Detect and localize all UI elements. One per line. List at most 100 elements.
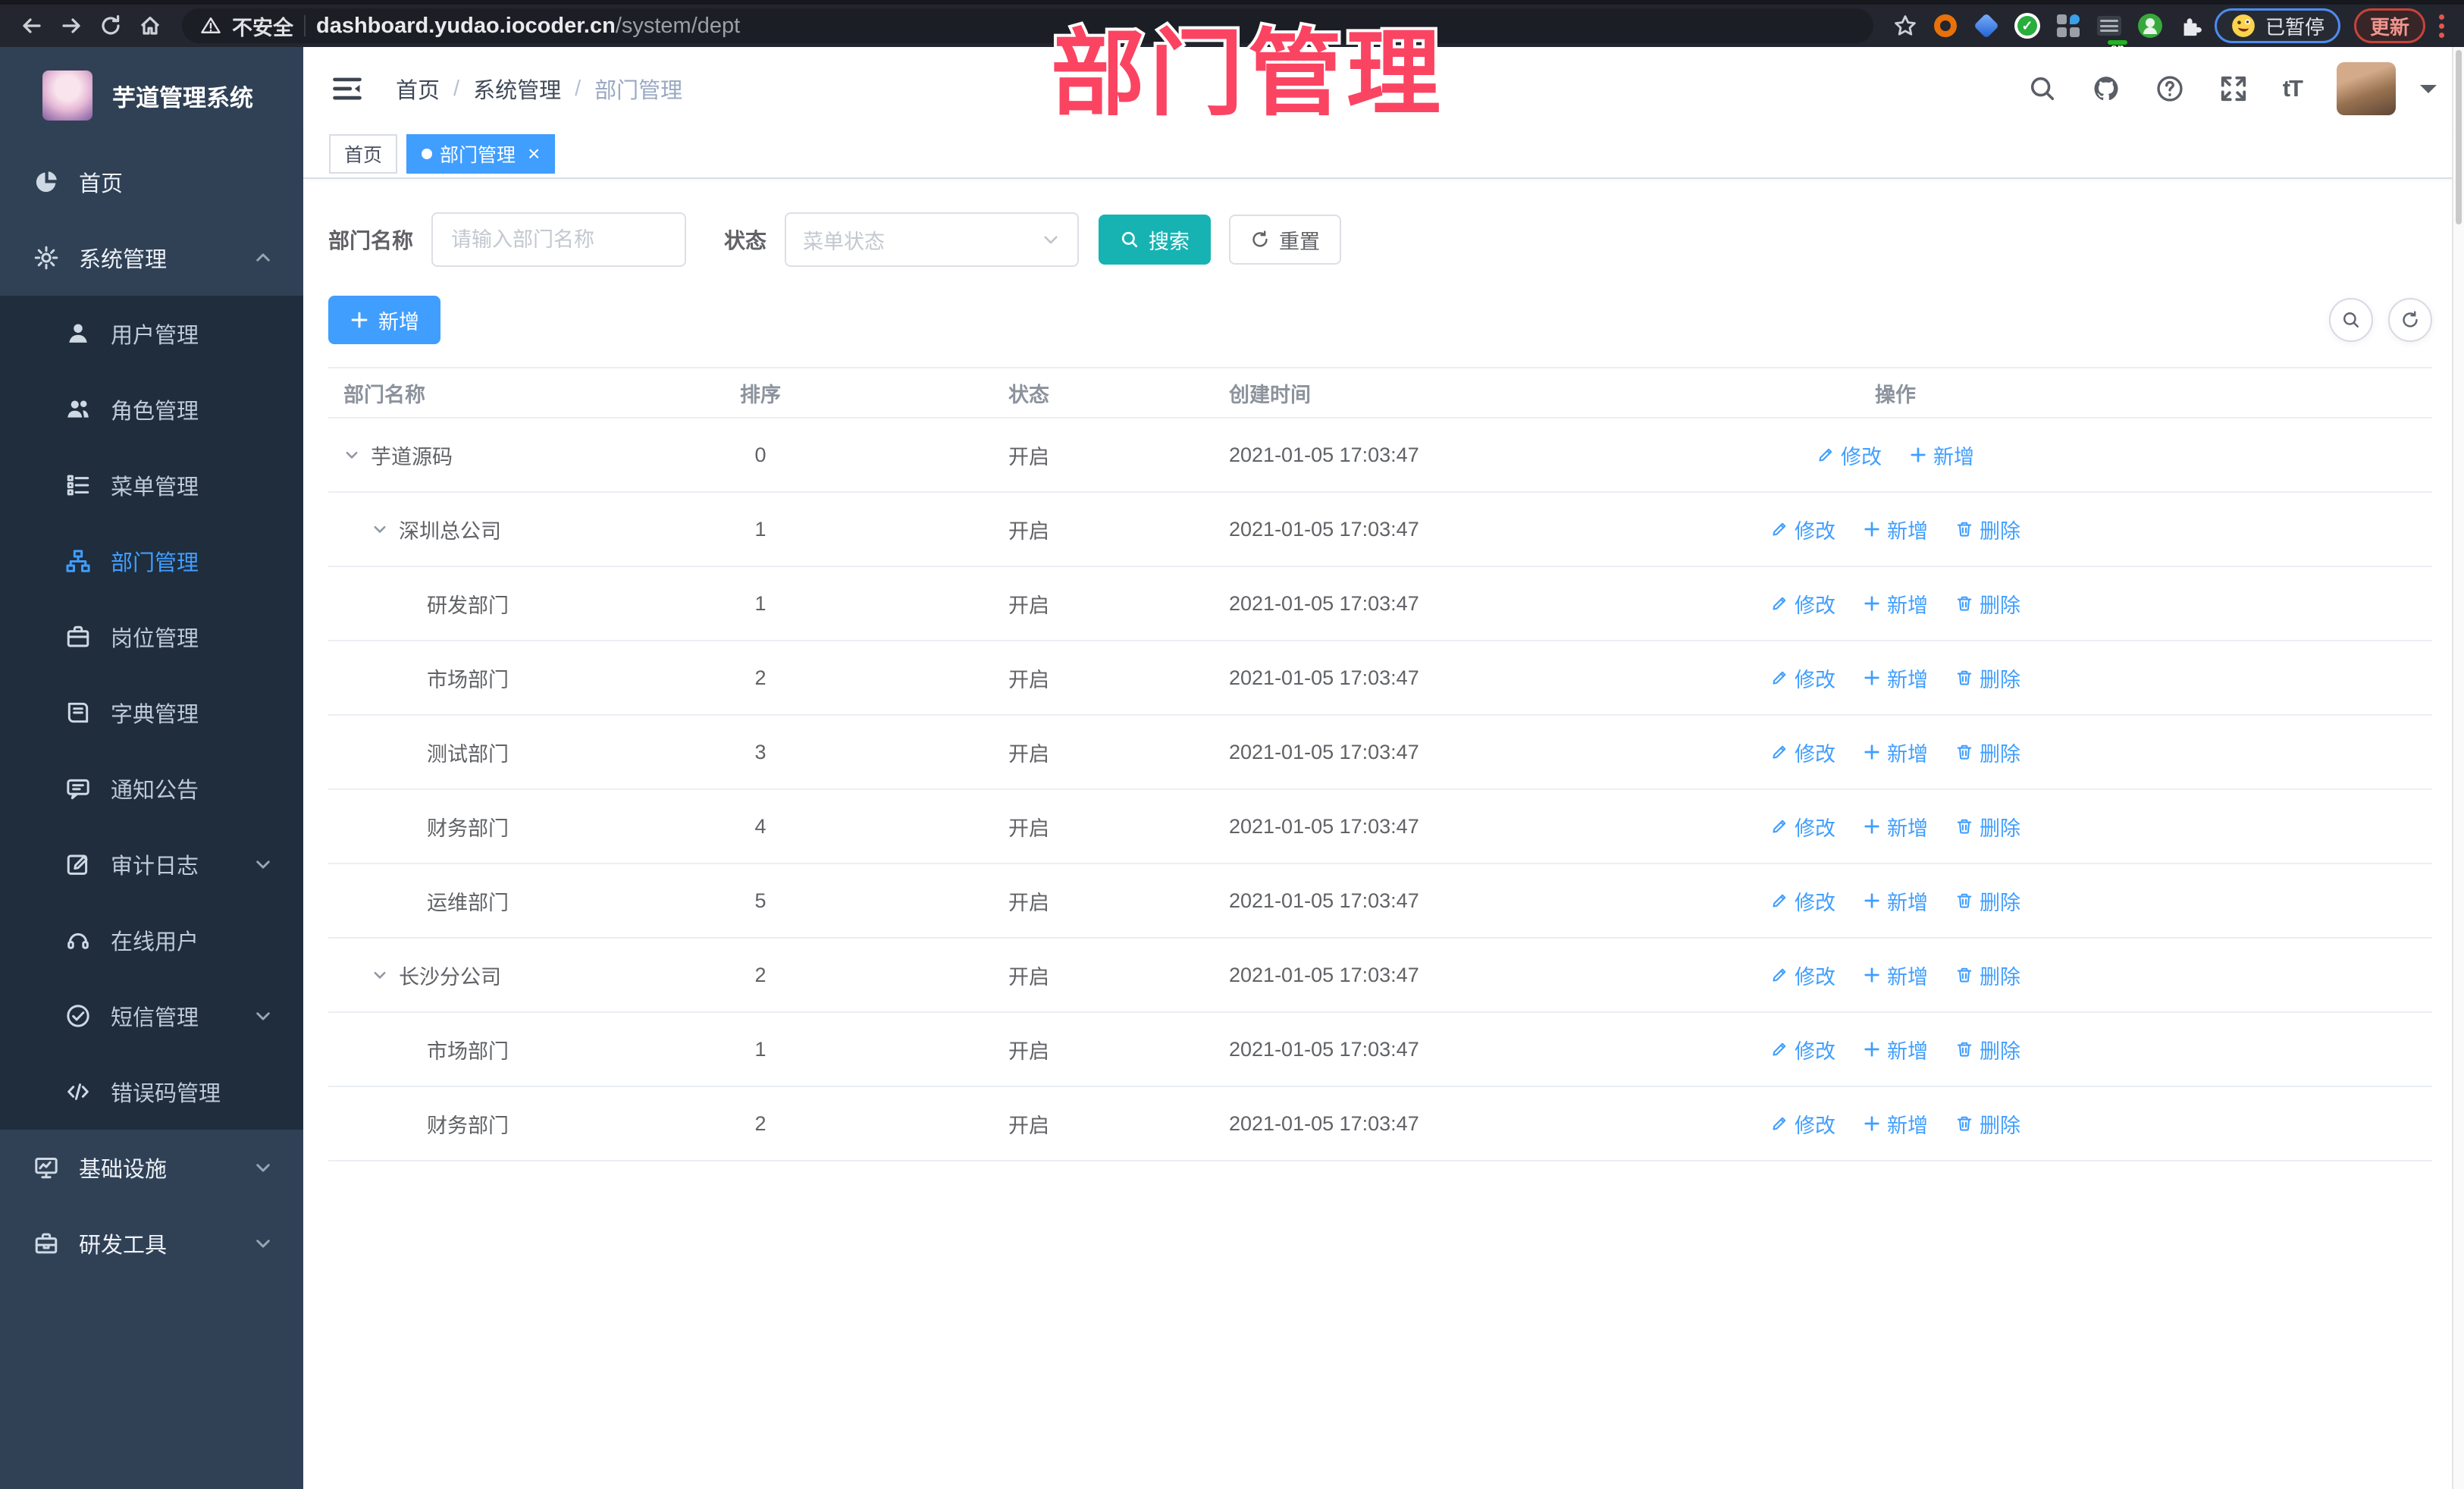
sidebar-item-label: 错误码管理 [111, 1082, 221, 1106]
sidebar-item-notice[interactable]: 通知公告 [0, 751, 303, 826]
sidebar-item-infra[interactable]: 基础设施 [0, 1130, 303, 1205]
sidebar-item-system[interactable]: 系统管理 [0, 220, 303, 296]
refresh-icon [2403, 311, 2418, 328]
tag-部门管理[interactable]: 部门管理 × [406, 134, 556, 174]
expand-arrow-icon[interactable] [371, 520, 399, 538]
sidebar-item-tools[interactable]: 研发工具 [0, 1205, 303, 1281]
sidebar-item-label: 字典管理 [111, 703, 199, 727]
row-action-修改[interactable]: 修改 [1770, 663, 1835, 693]
extension-switch-on-icon[interactable]: on [2092, 8, 2127, 54]
row-action-修改[interactable]: 修改 [1770, 1035, 1835, 1064]
row-action-删除[interactable]: 删除 [1955, 589, 2020, 619]
reload-icon[interactable] [94, 9, 127, 42]
breadcrumb: 首页 / 系统管理 / 部门管理 [396, 73, 682, 105]
row-action-修改[interactable]: 修改 [1817, 440, 1882, 470]
bookmark-star-icon[interactable] [1889, 9, 1922, 42]
close-icon[interactable]: × [528, 143, 540, 165]
search-icon[interactable] [2028, 74, 2057, 103]
dept-name-input[interactable] [431, 212, 687, 267]
row-action-修改[interactable]: 修改 [1770, 812, 1835, 842]
row-action-删除[interactable]: 删除 [1955, 663, 2020, 693]
browser-update-button[interactable]: 更新 [2353, 8, 2425, 43]
sidebar-item-errcode[interactable]: 错误码管理 [0, 1054, 303, 1130]
org-tree-icon [65, 548, 91, 574]
row-action-新增[interactable]: 新增 [1863, 886, 1928, 916]
row-action-修改[interactable]: 修改 [1770, 1109, 1835, 1139]
sidebar-item-role[interactable]: 角色管理 [0, 371, 303, 447]
extension-blue-gem-icon[interactable] [1969, 8, 2004, 43]
row-action-修改[interactable]: 修改 [1770, 961, 1835, 990]
dept-created-time: 2021-01-05 17:03:47 [1229, 1037, 1419, 1061]
user-avatar[interactable] [2337, 62, 2396, 115]
extension-puzzle-icon[interactable] [2174, 8, 2209, 43]
extension-green-avatar-icon[interactable] [2133, 8, 2168, 43]
tag-首页[interactable]: 首页 [329, 134, 398, 174]
page-scrollbar[interactable] [2452, 47, 2464, 1489]
fullscreen-icon[interactable] [2219, 74, 2248, 103]
avatar-caret-down-icon[interactable] [2420, 84, 2437, 102]
row-action-新增[interactable]: 新增 [1909, 440, 1974, 470]
collapse-sidebar-icon[interactable] [331, 72, 364, 105]
sidebar-item-dept[interactable]: 部门管理 [0, 523, 303, 599]
row-action-新增[interactable]: 新增 [1863, 1035, 1928, 1064]
font-size-icon[interactable]: tT [2283, 75, 2303, 102]
reset-button[interactable]: 重置 [1229, 215, 1342, 265]
github-icon[interactable] [2092, 74, 2121, 103]
browser-menu-icon[interactable] [2439, 14, 2444, 38]
row-action-删除[interactable]: 删除 [1955, 961, 2020, 990]
sidebar-item-menu[interactable]: 菜单管理 [0, 447, 303, 523]
breadcrumb-item[interactable]: 首页 [396, 73, 440, 105]
row-action-删除[interactable]: 删除 [1955, 1109, 2020, 1139]
extension-orange-ring-icon[interactable] [1928, 8, 1963, 43]
row-action-删除[interactable]: 删除 [1955, 1035, 2020, 1064]
sidebar-item-home[interactable]: 首页 [0, 144, 303, 220]
scrollbar-thumb[interactable] [2456, 50, 2462, 224]
status-select[interactable]: 菜单状态 [785, 212, 1080, 267]
row-action-修改[interactable]: 修改 [1770, 738, 1835, 767]
breadcrumb-item[interactable]: 系统管理 [473, 73, 561, 105]
dept-created-time: 2021-01-05 17:03:47 [1229, 740, 1419, 763]
sidebar-item-audit[interactable]: 审计日志 [0, 826, 303, 902]
row-action-删除[interactable]: 删除 [1955, 886, 2020, 916]
sidebar-item-online[interactable]: 在线用户 [0, 902, 303, 978]
home-icon[interactable] [133, 9, 167, 42]
refresh-table-button[interactable] [2388, 298, 2432, 342]
row-action-新增[interactable]: 新增 [1863, 663, 1928, 693]
extension-grid-icon[interactable] [2051, 8, 2086, 43]
row-action-新增[interactable]: 新增 [1863, 589, 1928, 619]
row-action-新增[interactable]: 新增 [1863, 812, 1928, 842]
row-action-删除[interactable]: 删除 [1955, 738, 2020, 767]
row-action-新增[interactable]: 新增 [1863, 1109, 1928, 1139]
search-button[interactable]: 搜索 [1099, 215, 1212, 265]
table-row: 财务部门 2 开启 2021-01-05 17:03:47 修改 新增 删除 [328, 1087, 2432, 1161]
row-action-新增[interactable]: 新增 [1863, 738, 1928, 767]
browser-profile-pill[interactable]: 已暂停 [2214, 8, 2340, 43]
row-action-删除[interactable]: 删除 [1955, 515, 2020, 544]
profile-emoji-icon [2232, 14, 2255, 37]
add-button[interactable]: 新增 [328, 296, 440, 344]
expand-arrow-icon[interactable] [343, 446, 371, 464]
row-action-修改[interactable]: 修改 [1770, 515, 1835, 544]
chevron-down-icon [253, 854, 273, 874]
row-action-修改[interactable]: 修改 [1770, 886, 1835, 916]
row-action-删除[interactable]: 删除 [1955, 812, 2020, 842]
sidebar-item-user[interactable]: 用户管理 [0, 296, 303, 371]
back-icon[interactable] [15, 9, 49, 42]
table-row: 运维部门 5 开启 2021-01-05 17:03:47 修改 新增 删除 [328, 864, 2432, 939]
gear-icon [33, 245, 59, 271]
row-action-新增[interactable]: 新增 [1863, 515, 1928, 544]
sidebar-item-post[interactable]: 岗位管理 [0, 599, 303, 675]
help-icon[interactable] [2155, 74, 2184, 103]
sidebar-item-sms[interactable]: 短信管理 [0, 978, 303, 1054]
forward-icon[interactable] [55, 9, 88, 42]
row-action-修改[interactable]: 修改 [1770, 589, 1835, 619]
sidebar-logo[interactable]: 芋道管理系统 [0, 47, 303, 144]
toggle-search-button[interactable] [2329, 298, 2373, 342]
extension-green-check-icon[interactable]: ✓ [2010, 8, 2045, 43]
dept-status: 开启 [1008, 965, 1049, 989]
expand-arrow-icon[interactable] [371, 966, 399, 984]
row-action-新增[interactable]: 新增 [1863, 961, 1928, 990]
sidebar-item-dict[interactable]: 字典管理 [0, 675, 303, 751]
sidebar-item-label: 研发工具 [79, 1234, 168, 1258]
address-bar[interactable]: 不安全 dashboard.yudao.iocoder.cn/system/de… [182, 8, 1873, 43]
